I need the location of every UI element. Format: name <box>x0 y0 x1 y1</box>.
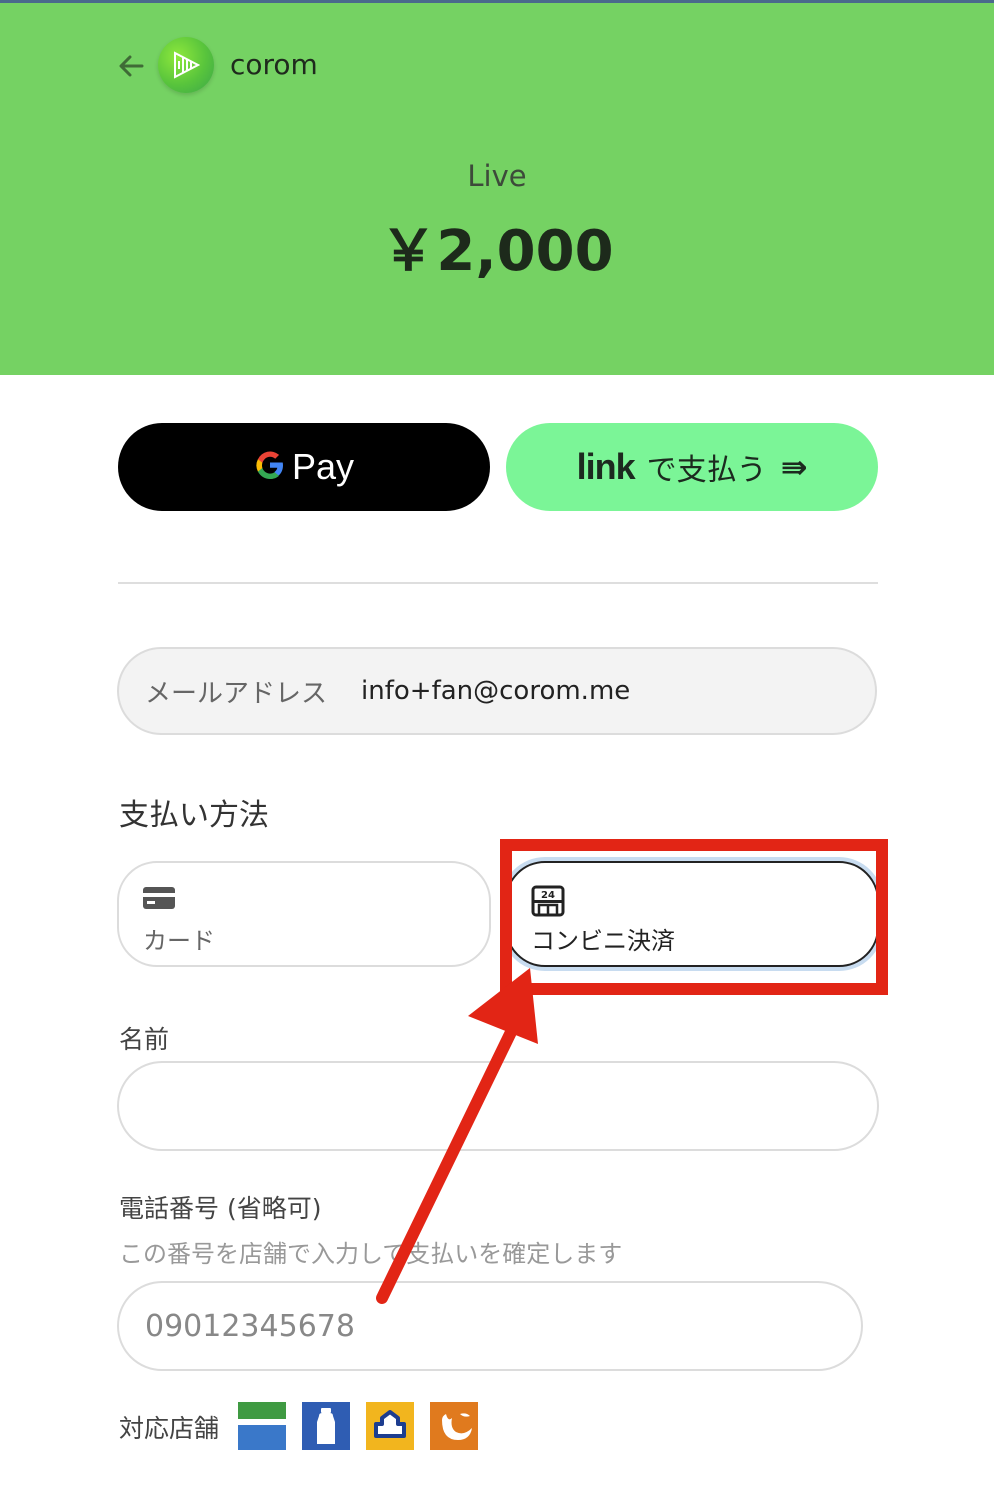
link-logo-text: link <box>576 446 636 487</box>
google-g-icon <box>254 449 286 485</box>
triple-arrow-icon: ⇛ <box>780 448 808 486</box>
payment-method-title: 支払い方法 <box>119 798 269 833</box>
seicomart-logo-icon <box>430 1402 478 1450</box>
payment-option-label: カード <box>143 927 215 955</box>
back-arrow-icon[interactable] <box>116 51 146 81</box>
amount-total: ￥2,000 <box>380 219 614 284</box>
phone-input[interactable] <box>117 1281 863 1371</box>
svg-text:24: 24 <box>541 890 555 901</box>
email-label: メールアドレス <box>145 678 328 709</box>
google-pay-label: Pay <box>291 446 355 487</box>
merchant-name: corom <box>230 48 318 81</box>
phone-label: 電話番号 (省略可) <box>119 1194 322 1223</box>
mode-label: Live <box>467 159 527 193</box>
name-label: 名前 <box>119 1025 170 1054</box>
link-pay-label: で支払う <box>646 453 767 488</box>
lawson-logo-icon <box>366 1402 414 1450</box>
merchant-logo-icon <box>158 37 214 93</box>
payment-option-konbini[interactable]: 24 コンビニ決済 <box>505 861 879 967</box>
familymart-logo-icon <box>238 1402 286 1450</box>
email-field[interactable]: メールアドレス info+fan@corom.me <box>117 647 877 735</box>
email-value: info+fan@corom.me <box>361 676 631 706</box>
phone-hint: この番号を店舗で入力して支払いを確定します <box>119 1240 623 1268</box>
google-pay-button[interactable]: Pay <box>118 423 490 511</box>
ministop-logo-icon <box>302 1402 350 1450</box>
convenience-store-icon: 24 <box>531 885 565 921</box>
payment-option-card[interactable]: カード <box>117 861 491 967</box>
payment-option-label: コンビニ決済 <box>531 927 675 955</box>
name-input[interactable] <box>117 1061 879 1151</box>
link-pay-button[interactable]: link で支払う ⇛ <box>506 423 878 511</box>
credit-card-icon <box>143 885 175 915</box>
divider <box>118 582 878 584</box>
checkout-header: corom Live ￥2,000 <box>0 3 994 375</box>
supported-stores-label: 対応店舗 <box>119 1414 220 1443</box>
